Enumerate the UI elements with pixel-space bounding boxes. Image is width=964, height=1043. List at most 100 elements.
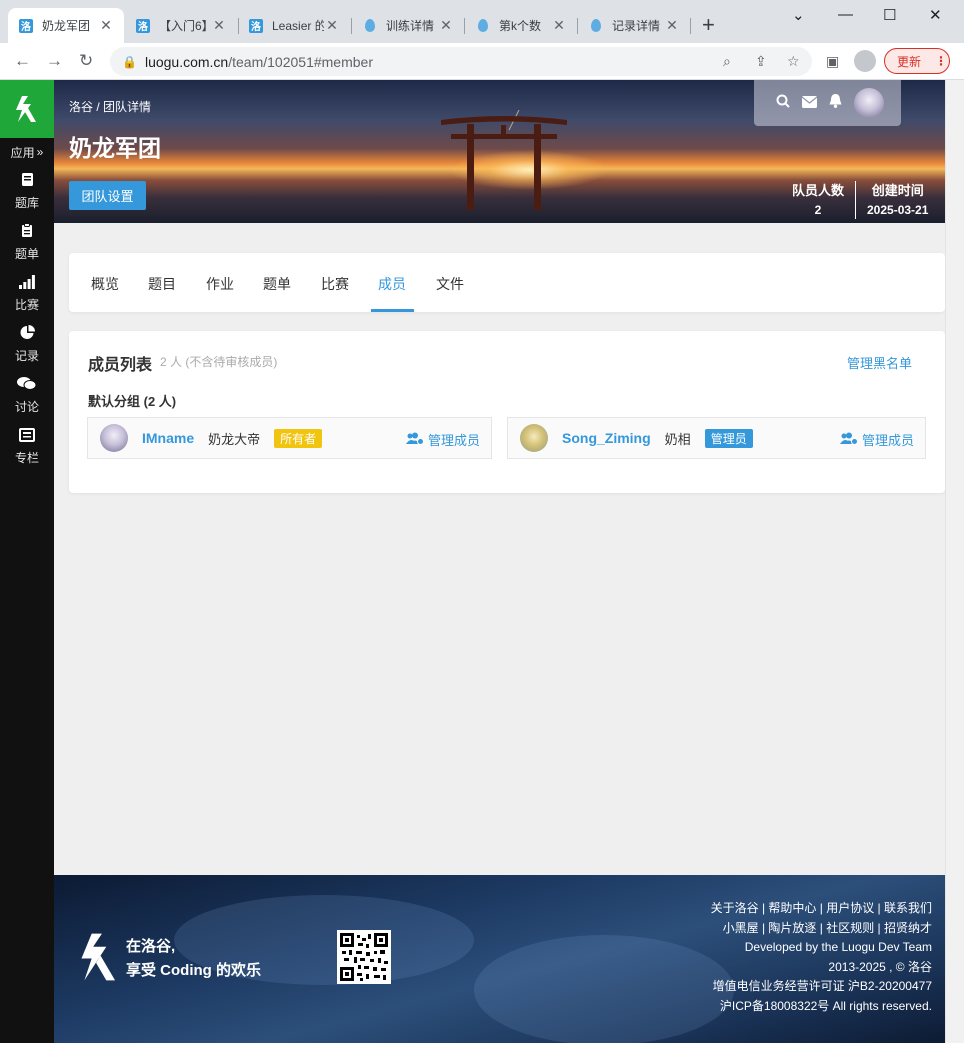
close-icon[interactable]: ✕: [324, 17, 340, 34]
side-panel-icon[interactable]: ▣: [826, 53, 839, 70]
luogu-favicon-icon: 洛: [18, 18, 34, 34]
page-title: 奶龙军团: [69, 135, 161, 161]
browser-tab-leasier[interactable]: 洛 Leasier 的 ✕: [238, 8, 350, 43]
luogu-favicon-icon: 洛: [135, 18, 151, 34]
member-nickname: 奶龙大帝: [208, 431, 261, 447]
comments-icon: [17, 376, 37, 395]
url-bar[interactable]: 🔒 luogu.com.cn/team/102051#member: [110, 47, 812, 76]
torii-gate-illustration: [441, 110, 567, 210]
zoom-icon[interactable]: ⌕: [723, 53, 731, 70]
created-label: 创建时间: [871, 183, 924, 198]
sidebar-item-label: 讨论: [14, 400, 39, 414]
luogu-logo-icon[interactable]: [0, 80, 54, 138]
back-arrow-icon[interactable]: ←: [14, 51, 31, 71]
address-toolbar: ← → ↻ 🔒 luogu.com.cn/team/102051#member …: [0, 43, 964, 80]
double-chevron-right-icon: »: [36, 145, 44, 159]
tab-homework[interactable]: 作业: [206, 274, 234, 294]
new-tab-plus-icon[interactable]: +: [702, 14, 715, 36]
member-row: Song_Ziming 奶相 管理员 管理成员: [507, 417, 926, 459]
window-close-icon[interactable]: ✕: [929, 6, 942, 24]
member-list-count: 2 人 (不含待审核成员): [160, 355, 278, 369]
browser-tab-record[interactable]: 记录详情 ✕: [578, 8, 690, 43]
sidebar-item-columns[interactable]: 专栏: [0, 421, 54, 472]
footer-copyright: 2013-2025 , © 洛谷: [828, 959, 932, 974]
footer-links: 关于洛谷 | 帮助中心 | 用户协议 | 联系我们 小黑屋 | 陶片放逐 | 社…: [711, 899, 932, 1016]
sidebar: 应用 » 题库 题单 比赛 记录 讨论 专栏: [0, 80, 54, 1043]
footer-links-row-2[interactable]: 小黑屋 | 陶片放逐 | 社区规则 | 招贤纳才: [711, 919, 932, 939]
sidebar-item-problems[interactable]: 题库: [0, 166, 54, 217]
stats-divider: [855, 181, 856, 219]
bar-chart-icon: [19, 274, 35, 293]
sidebar-item-contests[interactable]: 比赛: [0, 268, 54, 319]
bell-icon[interactable]: [829, 94, 842, 112]
sidebar-item-records[interactable]: 记录: [0, 319, 54, 370]
sidebar-item-discuss[interactable]: 讨论: [0, 370, 54, 421]
search-icon[interactable]: [776, 94, 790, 112]
close-icon[interactable]: ✕: [438, 17, 454, 34]
close-icon[interactable]: ✕: [664, 17, 680, 34]
update-button[interactable]: 更新 ⋮: [884, 48, 950, 74]
tab-search-chevron-icon[interactable]: ⌄: [792, 6, 805, 24]
close-icon[interactable]: ✕: [211, 17, 227, 34]
sidebar-apps[interactable]: 应用 »: [0, 138, 54, 166]
url-text: luogu.com.cn/team/102051#member: [145, 54, 373, 70]
member-count-label: 队员人数: [792, 183, 845, 198]
share-icon[interactable]: ⇪: [755, 53, 767, 70]
main-content: 洛谷 / 团队详情 奶龙军团 团队设置 队员人数 2 创建时间 2025-03-…: [54, 80, 945, 1043]
newspaper-icon: [19, 427, 35, 446]
team-tabs: 概览 题目 作业 题单 比赛 成员 文件: [69, 253, 945, 312]
luogu-favicon-icon: 洛: [248, 18, 264, 34]
footer-icp[interactable]: 沪ICP备18008322号 All rights reserved.: [711, 997, 932, 1017]
tab-problem-lists[interactable]: 题单: [263, 274, 291, 294]
sidebar-item-label: 题单: [14, 247, 39, 261]
manage-member-button[interactable]: 管理成员: [405, 430, 480, 449]
role-badge-admin: 管理员: [704, 428, 753, 448]
maximize-icon[interactable]: ☐: [883, 6, 896, 24]
reload-icon[interactable]: ↻: [79, 51, 93, 71]
team-settings-button[interactable]: 团队设置: [69, 181, 146, 210]
browser-tab-team[interactable]: 洛 奶龙军团 ✕: [8, 8, 124, 43]
tab-separator: [690, 18, 691, 34]
forward-arrow-icon[interactable]: →: [46, 51, 63, 71]
breadcrumb[interactable]: 洛谷 / 团队详情: [69, 98, 151, 115]
sidebar-item-problem-lists[interactable]: 题单: [0, 217, 54, 268]
url-path: /team/102051#member: [228, 53, 373, 70]
users-cog-icon: [839, 432, 858, 448]
browser-tab-intro[interactable]: 洛 【入门6】 ✕: [125, 8, 237, 43]
book-icon: [21, 172, 34, 191]
active-tab-indicator: [371, 309, 414, 312]
avatar[interactable]: [100, 424, 128, 452]
tab-overview[interactable]: 概览: [91, 274, 119, 294]
member-list-title: 成员列表: [88, 357, 153, 374]
manage-blacklist-link[interactable]: 管理黑名单: [847, 353, 912, 372]
footer-links-row-1[interactable]: 关于洛谷 | 帮助中心 | 用户协议 | 联系我们: [711, 899, 932, 919]
page-scrollbar[interactable]: [945, 80, 964, 1043]
member-nickname: 奶相: [664, 431, 691, 447]
star-icon[interactable]: ☆: [787, 53, 800, 70]
browser-tab-training[interactable]: 训练详情 ✕: [352, 8, 464, 43]
tab-contests[interactable]: 比赛: [321, 274, 349, 294]
browser-tab-kth[interactable]: 第k个数 ✕: [465, 8, 577, 43]
footer-slogan: 在洛谷, 享受 Coding 的欢乐: [126, 935, 261, 983]
close-icon[interactable]: ✕: [98, 17, 114, 34]
envelope-icon[interactable]: [801, 95, 818, 112]
member-username[interactable]: Song_Ziming: [562, 430, 651, 446]
browser-tab-bar: 洛 奶龙军团 ✕ 洛 【入门6】 ✕ 洛 Leasier 的 ✕ 训练详情 ✕ …: [0, 0, 964, 43]
avatar[interactable]: [854, 88, 884, 118]
sidebar-item-label: 题库: [14, 196, 39, 210]
browser-tab-title: 记录详情: [612, 19, 661, 33]
profile-avatar-icon[interactable]: [854, 50, 876, 72]
tab-members[interactable]: 成员: [378, 274, 406, 294]
pie-chart-icon: [20, 325, 35, 344]
tab-problems[interactable]: 题目: [148, 274, 176, 294]
close-icon[interactable]: ✕: [551, 17, 567, 34]
manage-member-label: 管理成员: [427, 433, 480, 448]
luogu-logo-icon[interactable]: [80, 930, 118, 987]
tab-files[interactable]: 文件: [436, 274, 464, 294]
minimize-icon[interactable]: —: [838, 6, 853, 23]
footer-license[interactable]: 增值电信业务经营许可证 沪B2-20200477: [711, 977, 932, 997]
manage-member-button[interactable]: 管理成员: [839, 430, 914, 449]
avatar[interactable]: [520, 424, 548, 452]
member-username[interactable]: IMname: [142, 430, 194, 446]
member-list-card: 成员列表 2 人 (不含待审核成员) 管理黑名单 默认分组 (2 人) IMna…: [69, 331, 945, 493]
